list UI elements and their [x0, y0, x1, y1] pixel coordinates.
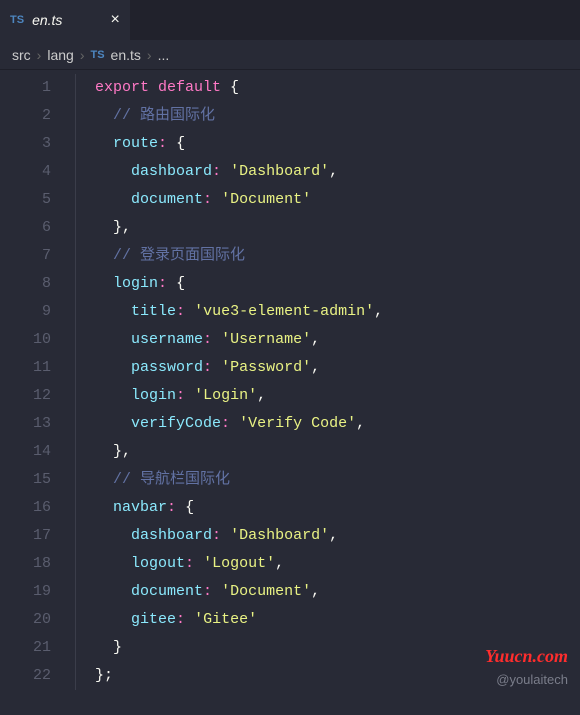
- code-line: export default {: [95, 74, 580, 102]
- code-line: dashboard: 'Dashboard',: [95, 522, 580, 550]
- code-line: logout: 'Logout',: [95, 550, 580, 578]
- line-number: 6: [0, 214, 75, 242]
- line-number: 7: [0, 242, 75, 270]
- code-line: // 登录页面国际化: [95, 242, 580, 270]
- breadcrumb-file[interactable]: en.ts: [111, 47, 141, 63]
- breadcrumb: src › lang › TS en.ts › ...: [0, 40, 580, 70]
- breadcrumb-part[interactable]: src: [12, 47, 31, 63]
- line-number: 9: [0, 298, 75, 326]
- chevron-right-icon: ›: [80, 47, 85, 63]
- code-line: route: {: [95, 130, 580, 158]
- code-line: navbar: {: [95, 494, 580, 522]
- code-line: },: [95, 438, 580, 466]
- watermark-brand: Yuucn.com: [485, 646, 568, 667]
- line-number: 8: [0, 270, 75, 298]
- line-number: 21: [0, 634, 75, 662]
- code-line: login: {: [95, 270, 580, 298]
- code-line: },: [95, 214, 580, 242]
- line-number-gutter: 1 2 3 4 5 6 7 8 9 10 11 12 13 14 15 16 1…: [0, 70, 75, 715]
- line-number: 11: [0, 354, 75, 382]
- watermark-handle: @youlaitech: [496, 672, 568, 687]
- code-line: gitee: 'Gitee': [95, 606, 580, 634]
- line-number: 14: [0, 438, 75, 466]
- code-area[interactable]: export default { // 路由国际化 route: { dashb…: [75, 70, 580, 715]
- line-number: 17: [0, 522, 75, 550]
- breadcrumb-tail[interactable]: ...: [158, 47, 170, 63]
- code-line: password: 'Password',: [95, 354, 580, 382]
- code-line: // 路由国际化: [95, 102, 580, 130]
- indent-guide: [75, 74, 76, 690]
- close-icon[interactable]: ×: [110, 11, 120, 29]
- code-editor[interactable]: 1 2 3 4 5 6 7 8 9 10 11 12 13 14 15 16 1…: [0, 70, 580, 715]
- line-number: 16: [0, 494, 75, 522]
- code-line: document: 'Document',: [95, 578, 580, 606]
- typescript-icon: TS: [10, 14, 24, 26]
- line-number: 15: [0, 466, 75, 494]
- code-line: document: 'Document': [95, 186, 580, 214]
- line-number: 20: [0, 606, 75, 634]
- breadcrumb-part[interactable]: lang: [47, 47, 73, 63]
- tab-filename: en.ts: [32, 12, 62, 28]
- file-tab[interactable]: TS en.ts ×: [0, 0, 130, 40]
- line-number: 1: [0, 74, 75, 102]
- line-number: 19: [0, 578, 75, 606]
- code-line: login: 'Login',: [95, 382, 580, 410]
- code-line: title: 'vue3-element-admin',: [95, 298, 580, 326]
- chevron-right-icon: ›: [37, 47, 42, 63]
- code-line: dashboard: 'Dashboard',: [95, 158, 580, 186]
- line-number: 22: [0, 662, 75, 690]
- line-number: 3: [0, 130, 75, 158]
- typescript-icon: TS: [90, 49, 104, 61]
- line-number: 13: [0, 410, 75, 438]
- code-line: verifyCode: 'Verify Code',: [95, 410, 580, 438]
- line-number: 4: [0, 158, 75, 186]
- code-line: // 导航栏国际化: [95, 466, 580, 494]
- line-number: 12: [0, 382, 75, 410]
- line-number: 18: [0, 550, 75, 578]
- tab-bar: TS en.ts ×: [0, 0, 580, 40]
- code-line: username: 'Username',: [95, 326, 580, 354]
- line-number: 2: [0, 102, 75, 130]
- line-number: 10: [0, 326, 75, 354]
- line-number: 5: [0, 186, 75, 214]
- chevron-right-icon: ›: [147, 47, 152, 63]
